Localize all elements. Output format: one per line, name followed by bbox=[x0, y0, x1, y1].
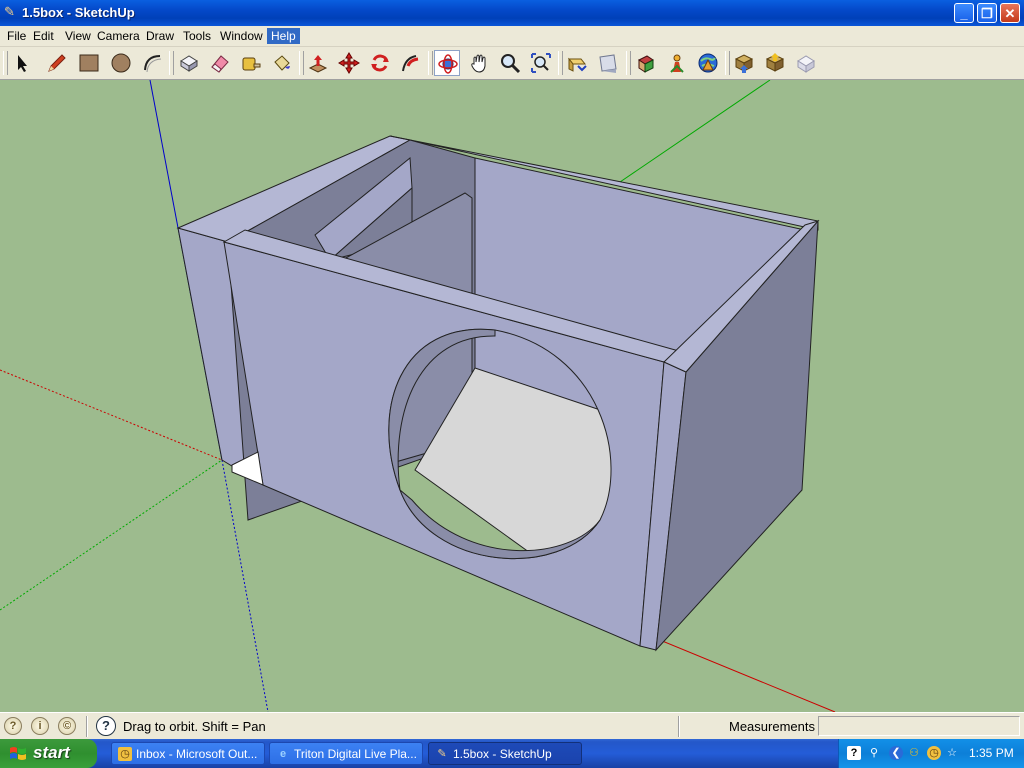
red-axis-negative bbox=[0, 369, 223, 461]
place-model-icon[interactable] bbox=[793, 50, 819, 76]
pan-icon[interactable] bbox=[466, 50, 492, 76]
sketchup-icon: ✎ bbox=[437, 748, 447, 760]
toolbar-grip[interactable] bbox=[428, 51, 433, 75]
paint-bucket-icon[interactable] bbox=[269, 50, 295, 76]
status-message: Drag to orbit. Shift = Pan bbox=[123, 719, 266, 734]
previous-view-icon[interactable] bbox=[564, 50, 590, 76]
outlook-icon: ◷ bbox=[118, 747, 132, 761]
measurements-input[interactable] bbox=[818, 716, 1020, 736]
push-pull-icon[interactable] bbox=[305, 50, 331, 76]
eraser-icon[interactable] bbox=[207, 50, 233, 76]
start-button[interactable]: start bbox=[0, 739, 97, 768]
status-separator bbox=[86, 716, 88, 737]
circle-icon[interactable] bbox=[108, 50, 134, 76]
credits-icon[interactable]: i bbox=[31, 717, 49, 735]
taskbar-item-label: 1.5box - SketchUp bbox=[453, 747, 552, 761]
toolbar-grip[interactable] bbox=[725, 51, 730, 75]
select-icon[interactable] bbox=[8, 50, 34, 76]
green-axis bbox=[619, 80, 771, 183]
menu-camera[interactable]: Camera bbox=[93, 28, 144, 44]
menu-bar: File Edit View Camera Draw Tools Window … bbox=[0, 26, 1024, 47]
instructor-help-icon[interactable]: ? bbox=[96, 716, 116, 736]
menu-edit[interactable]: Edit bbox=[29, 28, 58, 44]
windows-logo-icon bbox=[10, 747, 26, 760]
browser-tray-icon[interactable]: ❮ bbox=[889, 746, 903, 760]
taskbar-item-label: Triton Digital Live Pla... bbox=[294, 747, 417, 761]
system-tray: ? ⚲ ❮ ⚇ ◷ ☆ 1:35 PM bbox=[838, 739, 1024, 768]
share-model-icon[interactable] bbox=[664, 50, 690, 76]
taskbar-clock[interactable]: 1:35 PM bbox=[969, 746, 1014, 760]
toolbar bbox=[0, 47, 1024, 80]
menu-window[interactable]: Window bbox=[216, 28, 267, 44]
google-earth-icon[interactable] bbox=[695, 50, 721, 76]
get-models-icon[interactable] bbox=[633, 50, 659, 76]
zoom-icon[interactable] bbox=[497, 50, 523, 76]
close-button[interactable]: ✕ bbox=[1000, 3, 1020, 23]
toolbar-grip[interactable] bbox=[299, 51, 304, 75]
sketchup-app-icon: ✎ bbox=[4, 4, 15, 19]
toolbar-grip[interactable] bbox=[626, 51, 631, 75]
toggle-terrain-icon[interactable] bbox=[762, 50, 788, 76]
user-account-icon[interactable]: © bbox=[58, 717, 76, 735]
make-component-icon[interactable] bbox=[176, 50, 202, 76]
status-separator bbox=[678, 716, 680, 737]
help-tray-icon[interactable]: ? bbox=[847, 746, 861, 760]
menu-draw[interactable]: Draw bbox=[142, 28, 178, 44]
network-tray-icon[interactable]: ⚲ bbox=[867, 746, 881, 760]
messenger-tray-icon[interactable]: ⚇ bbox=[907, 746, 921, 760]
ie-icon: e bbox=[279, 748, 287, 760]
menu-view[interactable]: View bbox=[61, 28, 95, 44]
start-label: start bbox=[33, 743, 70, 762]
arc-icon[interactable] bbox=[140, 50, 166, 76]
minimize-button[interactable]: _ bbox=[954, 3, 974, 23]
modeling-viewport[interactable] bbox=[0, 80, 1024, 712]
menu-file[interactable]: File bbox=[3, 28, 30, 44]
orbit-icon[interactable] bbox=[434, 50, 460, 76]
zoom-extents-icon[interactable] bbox=[528, 50, 554, 76]
window-title: 1.5box - SketchUp bbox=[22, 5, 135, 20]
clock-tray-icon[interactable]: ◷ bbox=[927, 746, 941, 760]
toolbar-grip[interactable] bbox=[169, 51, 174, 75]
rotate-icon[interactable] bbox=[367, 50, 393, 76]
status-bar: ? i © ? Drag to orbit. Shift = Pan Measu… bbox=[0, 712, 1024, 740]
tape-measure-icon[interactable] bbox=[238, 50, 264, 76]
get-current-view-icon[interactable] bbox=[731, 50, 757, 76]
next-view-icon[interactable] bbox=[595, 50, 621, 76]
model-canvas[interactable] bbox=[0, 80, 1024, 712]
menu-tools[interactable]: Tools bbox=[179, 28, 215, 44]
move-icon[interactable] bbox=[336, 50, 362, 76]
windows-taskbar: start ◷ Inbox - Microsoft Out... e Trito… bbox=[0, 739, 1024, 768]
geo-location-icon[interactable]: ? bbox=[4, 717, 22, 735]
follow-me-icon[interactable] bbox=[398, 50, 424, 76]
measurements-label: Measurements bbox=[729, 719, 815, 734]
maximize-button[interactable]: ❐ bbox=[977, 3, 997, 23]
toolbar-grip[interactable] bbox=[558, 51, 563, 75]
taskbar-item-sketchup[interactable]: ✎ 1.5box - SketchUp bbox=[428, 742, 582, 765]
menu-help[interactable]: Help bbox=[267, 28, 300, 44]
green-axis-negative bbox=[0, 459, 223, 611]
taskbar-item-label: Inbox - Microsoft Out... bbox=[136, 747, 258, 761]
pencil-icon[interactable] bbox=[44, 50, 70, 76]
title-bar: ✎ 1.5box - SketchUp _ ❐ ✕ bbox=[0, 0, 1024, 26]
star-tray-icon[interactable]: ☆ bbox=[945, 746, 959, 760]
taskbar-item-ie[interactable]: e Triton Digital Live Pla... bbox=[269, 742, 423, 765]
taskbar-item-outlook[interactable]: ◷ Inbox - Microsoft Out... bbox=[111, 742, 265, 765]
rectangle-icon[interactable] bbox=[76, 50, 102, 76]
